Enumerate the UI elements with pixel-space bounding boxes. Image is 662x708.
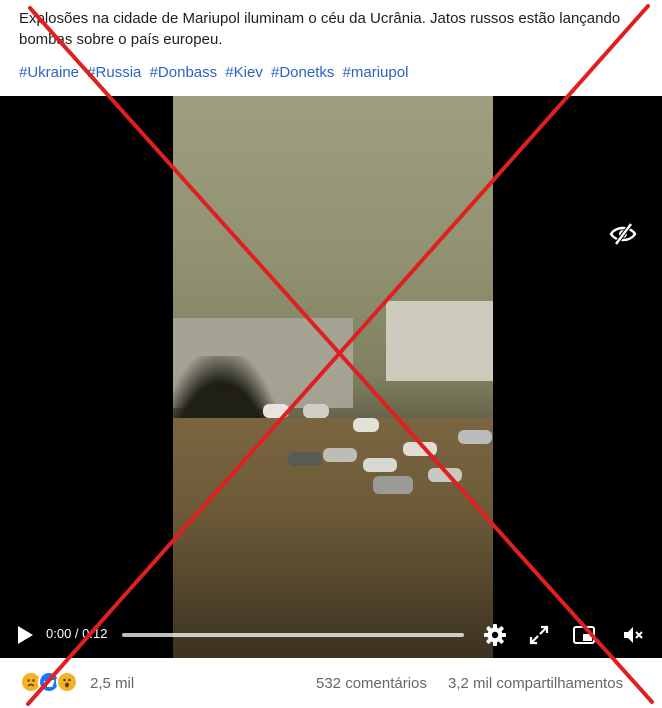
- picture-in-picture-icon[interactable]: [572, 623, 596, 647]
- engagement-bar: 2,5 mil 532 comentários 3,2 mil comparti…: [0, 666, 662, 702]
- video-controls: 0:00 / 0:12: [0, 616, 662, 654]
- hashtag-link[interactable]: #Russia: [87, 64, 141, 81]
- parked-car: [428, 468, 462, 482]
- expand-icon[interactable]: [527, 623, 551, 647]
- shares-count[interactable]: 3,2 mil compartilhamentos: [448, 675, 623, 692]
- comments-count[interactable]: 532 comentários: [316, 675, 427, 692]
- wow-reaction-icon: [56, 671, 78, 693]
- parked-car: [363, 458, 397, 472]
- hashtag-list: #Ukraine #Russia #Donbass #Kiev #Donetks…: [19, 63, 412, 83]
- parked-car: [263, 404, 289, 418]
- hashtag-link[interactable]: #Ukraine: [19, 64, 79, 81]
- building-right: [386, 301, 493, 381]
- video-scrubber[interactable]: [122, 633, 464, 637]
- video-frame: [173, 96, 493, 658]
- video-player[interactable]: 0:00 / 0:12: [0, 96, 662, 658]
- parked-car: [288, 452, 322, 466]
- speaker-muted-icon[interactable]: [621, 623, 645, 647]
- post-text: Explosões na cidade de Mariupol iluminam…: [19, 10, 621, 48]
- gear-icon[interactable]: [483, 623, 507, 647]
- parked-car: [373, 476, 413, 494]
- hashtag-link[interactable]: #Donetks: [271, 64, 334, 81]
- parked-car: [458, 430, 492, 444]
- parked-car: [323, 448, 357, 462]
- reaction-count[interactable]: 2,5 mil: [90, 675, 134, 692]
- hashtag-link[interactable]: #mariupol: [343, 64, 409, 81]
- hashtag-link[interactable]: #Kiev: [225, 64, 263, 81]
- parked-car: [303, 404, 329, 418]
- eye-slash-icon[interactable]: [607, 220, 639, 248]
- parked-car: [403, 442, 437, 456]
- parked-car: [353, 418, 379, 432]
- hashtag-link[interactable]: #Donbass: [150, 64, 218, 81]
- reaction-icons[interactable]: [20, 671, 90, 695]
- play-icon[interactable]: [15, 624, 35, 646]
- video-time: 0:00 / 0:12: [46, 626, 108, 641]
